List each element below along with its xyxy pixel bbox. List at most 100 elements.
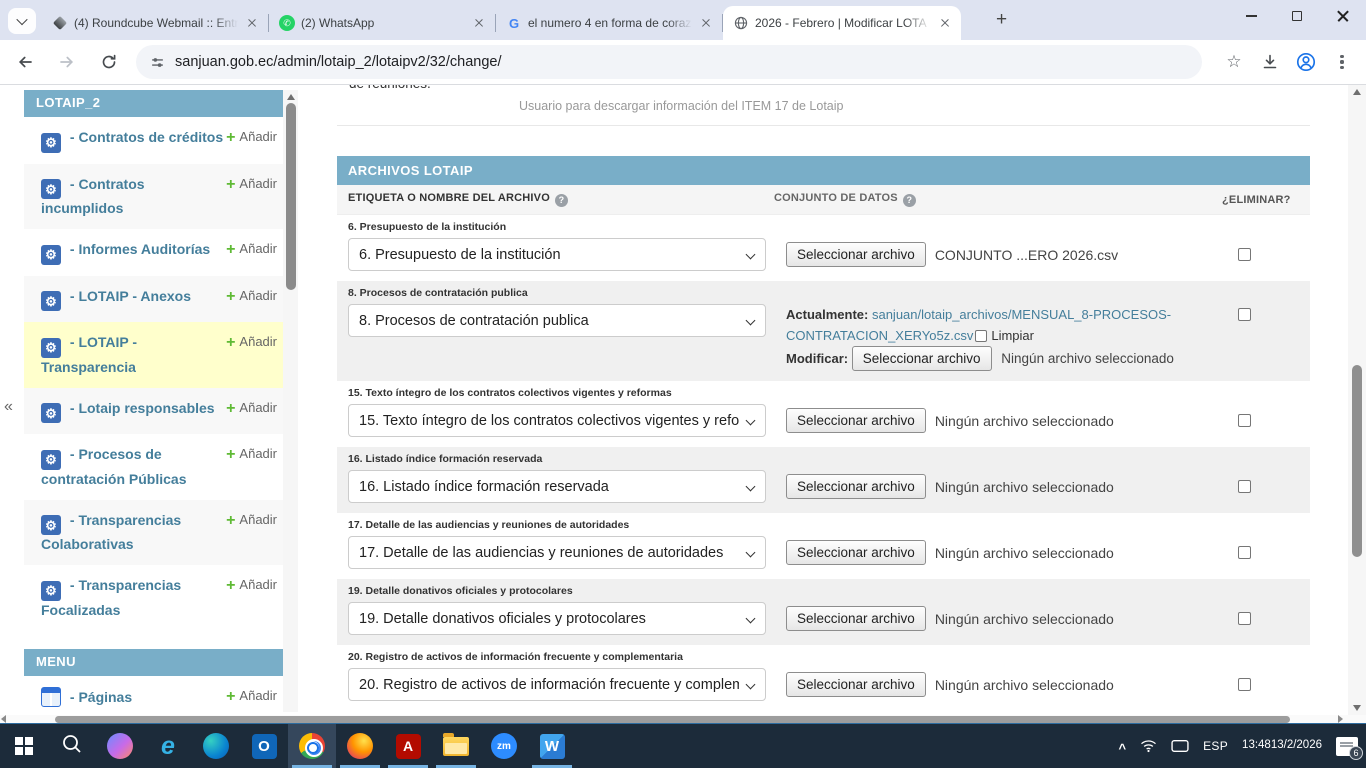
taskbar-chrome-button[interactable] <box>288 724 336 768</box>
add-link[interactable]: Añadir <box>226 241 277 259</box>
browser-tab-2[interactable]: (2) WhatsApp <box>269 6 495 40</box>
scroll-up-icon[interactable] <box>1353 89 1361 95</box>
scroll-left-icon[interactable] <box>1 715 6 723</box>
add-link[interactable]: Añadir <box>226 688 277 706</box>
delete-checkbox[interactable] <box>1238 308 1251 321</box>
delete-checkbox[interactable] <box>1238 546 1251 559</box>
new-tab-button[interactable]: + <box>996 10 1007 30</box>
close-tab-icon[interactable] <box>471 15 487 31</box>
sidebar-item[interactable]: - Transparencias ColaborativasAñadir <box>24 500 283 566</box>
sidebar-item[interactable]: - Transparencias FocalizadasAñadir <box>24 565 283 631</box>
taskbar-edge-button[interactable] <box>192 724 240 768</box>
horizontal-scrollbar-thumb[interactable] <box>55 716 1290 723</box>
select-file-button[interactable]: Seleccionar archivo <box>786 672 926 697</box>
taskbar-zoom-button[interactable]: zm <box>480 724 528 768</box>
select-file-button[interactable]: Seleccionar archivo <box>786 242 926 267</box>
close-tab-icon[interactable] <box>698 15 714 31</box>
browser-tab-3[interactable]: el numero 4 en forma de coraz <box>496 6 722 40</box>
sidebar-item[interactable]: - Lotaip responsablesAñadir <box>24 388 283 435</box>
menu-button[interactable] <box>1326 46 1358 78</box>
sidebar-item[interactable]: - Procesos de contratación PúblicasAñadi… <box>24 434 283 500</box>
sidebar-item[interactable]: - LOTAIP - TransparenciaAñadir <box>24 322 283 388</box>
clock[interactable]: 13:48 13/2/2026 <box>1242 738 1322 754</box>
taskbar-ie-button[interactable]: e <box>144 724 192 768</box>
sidebar-item-label[interactable]: - Páginas <box>41 687 226 707</box>
file-link[interactable]: sanjuan/lotaip_archivos/MENSUAL_8-PROCES… <box>872 307 1171 322</box>
scroll-down-icon[interactable] <box>1353 705 1361 711</box>
delete-checkbox[interactable] <box>1238 612 1251 625</box>
select-file-button[interactable]: Seleccionar archivo <box>786 474 926 499</box>
address-bar[interactable]: sanjuan.gob.ec/admin/lotaip_2/lotaipv2/3… <box>136 45 1202 79</box>
etiqueta-select[interactable]: 19. Detalle donativos oficiales y protoc… <box>348 602 766 635</box>
etiqueta-select[interactable]: 6. Presupuesto de la institución <box>348 238 766 271</box>
downloads-button[interactable] <box>1254 46 1286 78</box>
add-link[interactable]: Añadir <box>226 400 277 418</box>
language-indicator[interactable]: ESP <box>1203 739 1228 753</box>
help-icon[interactable] <box>555 194 568 207</box>
browser-tab-1[interactable]: (4) Roundcube Webmail :: Entra <box>42 6 268 40</box>
add-link[interactable]: Añadir <box>226 446 277 464</box>
taskbar-outlook-button[interactable]: O <box>240 724 288 768</box>
close-window-button[interactable] <box>1320 0 1366 32</box>
taskbar-firefox-button[interactable] <box>336 724 384 768</box>
page-scrollbar[interactable] <box>1348 85 1366 715</box>
file-link[interactable]: CONTRATACION_XERYo5z.csv <box>786 328 973 343</box>
sidebar-item-label[interactable]: - Contratos de créditos <box>41 128 226 153</box>
collapse-sidebar-icon[interactable] <box>4 398 13 416</box>
display-button[interactable] <box>1171 739 1189 753</box>
browser-tab-4[interactable]: 2026 - Febrero | Modificar LOTA <box>723 6 961 40</box>
select-file-button[interactable]: Seleccionar archivo <box>852 346 992 371</box>
add-link[interactable]: Añadir <box>226 129 277 147</box>
sidebar-item[interactable]: - Contratos de créditosAñadir <box>24 117 283 164</box>
taskbar-acrobat-button[interactable]: A <box>384 724 432 768</box>
notification-center-button[interactable]: 6 <box>1336 737 1358 756</box>
sidebar-item-label[interactable]: - LOTAIP - Anexos <box>41 287 226 312</box>
bookmark-button[interactable]: ☆ <box>1218 46 1250 78</box>
etiqueta-select[interactable]: 20. Registro de activos de información f… <box>348 668 766 701</box>
select-file-button[interactable]: Seleccionar archivo <box>786 540 926 565</box>
sidebar-item-label[interactable]: - Transparencias Focalizadas <box>41 576 226 620</box>
add-link[interactable]: Añadir <box>226 512 277 530</box>
horizontal-scrollbar[interactable] <box>0 715 1366 723</box>
taskbar-explorer-button[interactable] <box>432 724 480 768</box>
add-link[interactable]: Añadir <box>226 288 277 306</box>
hidden-icons-button[interactable]: ^ <box>1119 741 1127 756</box>
site-settings-icon[interactable] <box>150 55 165 70</box>
close-tab-icon[interactable] <box>244 15 260 31</box>
sidebar-item[interactable]: - Informes AuditoríasAñadir <box>24 229 283 276</box>
clear-checkbox[interactable] <box>975 330 987 342</box>
help-icon[interactable] <box>903 194 916 207</box>
etiqueta-select[interactable]: 8. Procesos de contratación publica <box>348 304 766 337</box>
maximize-button[interactable] <box>1274 0 1320 32</box>
sidebar-item-label[interactable]: - Procesos de contratación Públicas <box>41 445 226 489</box>
sidebar-item[interactable]: - LOTAIP - AnexosAñadir <box>24 276 283 323</box>
forward-button[interactable] <box>50 45 84 79</box>
taskbar-start-button[interactable] <box>0 724 48 768</box>
add-link[interactable]: Añadir <box>226 176 277 194</box>
close-tab-icon[interactable] <box>937 15 953 31</box>
taskbar-word-button[interactable]: W <box>528 724 576 768</box>
select-file-button[interactable]: Seleccionar archivo <box>786 606 926 631</box>
etiqueta-select[interactable]: 17. Detalle de las audiencias y reunione… <box>348 536 766 569</box>
tab-search-button[interactable] <box>8 8 36 34</box>
sidebar-scrollbar-thumb[interactable] <box>286 103 296 290</box>
scroll-right-icon[interactable] <box>1338 715 1343 723</box>
delete-checkbox[interactable] <box>1238 248 1251 261</box>
minimize-button[interactable] <box>1228 0 1274 32</box>
sidebar-scrollbar[interactable] <box>283 90 298 712</box>
delete-checkbox[interactable] <box>1238 678 1251 691</box>
add-link[interactable]: Añadir <box>226 334 277 352</box>
profile-button[interactable] <box>1290 46 1322 78</box>
sidebar-item-label[interactable]: - Transparencias Colaborativas <box>41 511 226 555</box>
taskbar-copilot-button[interactable] <box>96 724 144 768</box>
etiqueta-select[interactable]: 15. Texto íntegro de los contratos colec… <box>348 404 766 437</box>
etiqueta-select[interactable]: 16. Listado índice formación reservada <box>348 470 766 503</box>
scroll-up-icon[interactable] <box>287 94 295 100</box>
url-text[interactable]: sanjuan.gob.ec/admin/lotaip_2/lotaipv2/3… <box>175 54 502 70</box>
select-file-button[interactable]: Seleccionar archivo <box>786 408 926 433</box>
sidebar-item-label[interactable]: - Contratos incumplidos <box>41 175 226 219</box>
sidebar-item[interactable]: - PáginasAñadir <box>24 676 283 716</box>
delete-checkbox[interactable] <box>1238 480 1251 493</box>
add-link[interactable]: Añadir <box>226 577 277 595</box>
sidebar-item-label[interactable]: - Informes Auditorías <box>41 240 226 265</box>
